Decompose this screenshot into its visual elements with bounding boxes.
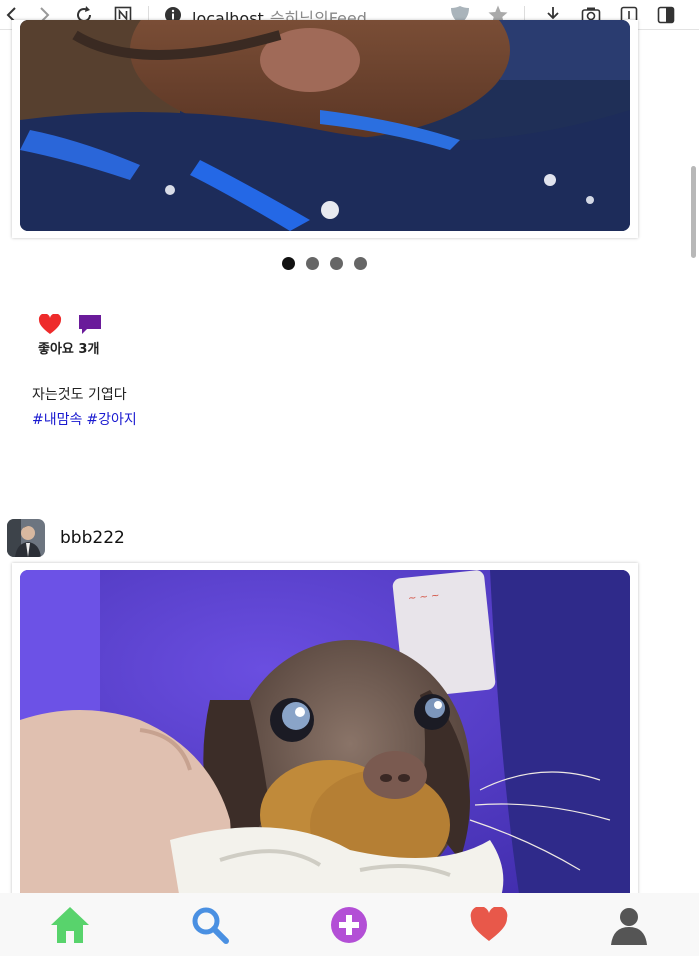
search-icon[interactable] (185, 900, 235, 950)
home-icon[interactable] (45, 900, 95, 950)
hashtag-link[interactable]: #내맘속 (32, 412, 82, 428)
comment-icon[interactable] (78, 314, 102, 340)
hashtag-list: #내맘속 #강아지 (32, 409, 141, 429)
scrollbar-thumb[interactable] (691, 166, 696, 258)
add-post-icon[interactable] (324, 900, 374, 950)
avatar[interactable] (7, 519, 45, 557)
carousel-dot[interactable] (306, 257, 319, 270)
post-username[interactable]: bbb222 (60, 528, 125, 548)
carousel-dot[interactable] (330, 257, 343, 270)
likes-count: 좋아요 3개 (38, 342, 100, 357)
post-actions (38, 313, 102, 340)
carousel-dot[interactable] (354, 257, 367, 270)
post-card (12, 20, 638, 238)
likes-heart-icon[interactable] (464, 900, 514, 950)
hashtag-link[interactable]: #강아지 (86, 412, 136, 428)
carousel-dot[interactable] (282, 257, 295, 270)
post-caption: 자는것도 기엽다 (32, 387, 127, 403)
post-card: ~ ~ ~ (12, 563, 638, 903)
post-photo[interactable] (20, 20, 630, 231)
sidebar-icon[interactable] (655, 4, 677, 26)
like-heart-icon[interactable] (38, 313, 62, 340)
bottom-nav (0, 893, 699, 956)
profile-icon[interactable] (604, 900, 654, 950)
post-photo[interactable]: ~ ~ ~ (20, 570, 630, 900)
carousel-indicator (282, 257, 367, 270)
post-header: bbb222 (7, 519, 125, 557)
